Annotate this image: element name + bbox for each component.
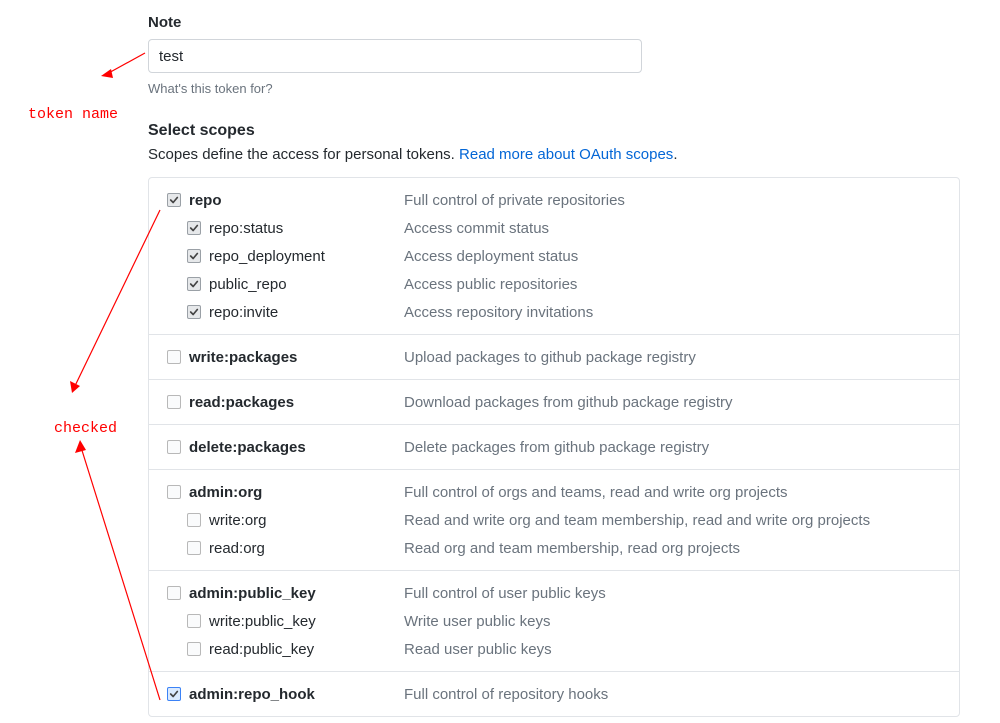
scope-description: Access repository invitations — [404, 304, 593, 321]
annotation-token-name: token name — [28, 106, 118, 123]
scope-name[interactable]: repo:status — [209, 220, 404, 237]
scope-checkbox[interactable] — [187, 305, 201, 319]
scope-checkbox[interactable] — [167, 485, 181, 499]
scope-name[interactable]: repo — [189, 192, 404, 209]
scope-row: read:orgRead org and team membership, re… — [149, 534, 959, 562]
scope-description: Upload packages to github package regist… — [404, 349, 696, 366]
scope-name[interactable]: write:org — [209, 512, 404, 529]
scope-description: Full control of user public keys — [404, 585, 606, 602]
scope-row: admin:public_keyFull control of user pub… — [149, 579, 959, 607]
scope-name[interactable]: read:org — [209, 540, 404, 557]
scope-description: Read and write org and team membership, … — [404, 512, 870, 529]
scope-row: admin:repo_hookFull control of repositor… — [149, 680, 959, 708]
scope-name[interactable]: write:packages — [189, 349, 404, 366]
scope-description: Full control of private repositories — [404, 192, 625, 209]
scope-row: public_repoAccess public repositories — [149, 270, 959, 298]
scope-name[interactable]: admin:repo_hook — [189, 686, 404, 703]
scope-name[interactable]: write:public_key — [209, 613, 404, 630]
scope-name[interactable]: public_repo — [209, 276, 404, 293]
scope-name[interactable]: read:packages — [189, 394, 404, 411]
scopes-desc-text: Scopes define the access for personal to… — [148, 146, 459, 163]
scope-name[interactable]: admin:org — [189, 484, 404, 501]
scope-checkbox[interactable] — [167, 586, 181, 600]
scope-name[interactable]: read:public_key — [209, 641, 404, 658]
note-hint: What's this token for? — [148, 81, 968, 96]
scope-row: write:packagesUpload packages to github … — [149, 343, 959, 371]
scope-checkbox[interactable] — [167, 687, 181, 701]
scope-description: Full control of repository hooks — [404, 686, 608, 703]
scope-checkbox[interactable] — [167, 350, 181, 364]
scope-checkbox[interactable] — [167, 440, 181, 454]
scope-checkbox[interactable] — [167, 193, 181, 207]
oauth-scopes-link[interactable]: Read more about OAuth scopes — [459, 146, 673, 163]
scope-row: repo:statusAccess commit status — [149, 214, 959, 242]
scopes-desc-suffix: . — [673, 146, 677, 163]
scope-row: repoFull control of private repositories — [149, 186, 959, 214]
scope-group: write:packagesUpload packages to github … — [149, 334, 959, 379]
scope-name[interactable]: admin:public_key — [189, 585, 404, 602]
scope-name[interactable]: repo:invite — [209, 304, 404, 321]
scope-row: delete:packagesDelete packages from gith… — [149, 433, 959, 461]
scopes-header: Select scopes — [148, 122, 968, 140]
annotation-checked: checked — [54, 420, 117, 437]
scope-description: Read user public keys — [404, 641, 552, 658]
scope-checkbox[interactable] — [187, 249, 201, 263]
scope-checkbox[interactable] — [187, 513, 201, 527]
scope-name[interactable]: repo_deployment — [209, 248, 404, 265]
scope-group: admin:repo_hookFull control of repositor… — [149, 671, 959, 716]
scope-row: read:packagesDownload packages from gith… — [149, 388, 959, 416]
scope-checkbox[interactable] — [187, 277, 201, 291]
scope-checkbox[interactable] — [167, 395, 181, 409]
scope-description: Access commit status — [404, 220, 549, 237]
scope-description: Read org and team membership, read org p… — [404, 540, 740, 557]
note-input[interactable] — [148, 39, 642, 73]
scope-row: write:public_keyWrite user public keys — [149, 607, 959, 635]
scope-checkbox[interactable] — [187, 541, 201, 555]
scope-checkbox[interactable] — [187, 614, 201, 628]
scope-group: read:packagesDownload packages from gith… — [149, 379, 959, 424]
scope-row: admin:orgFull control of orgs and teams,… — [149, 478, 959, 506]
scope-description: Write user public keys — [404, 613, 550, 630]
scopes-description: Scopes define the access for personal to… — [148, 146, 968, 163]
scope-description: Download packages from github package re… — [404, 394, 733, 411]
scope-row: repo_deploymentAccess deployment status — [149, 242, 959, 270]
scope-group: admin:public_keyFull control of user pub… — [149, 570, 959, 671]
scope-description: Access deployment status — [404, 248, 578, 265]
scope-description: Access public repositories — [404, 276, 577, 293]
scope-checkbox[interactable] — [187, 642, 201, 656]
scope-group: repoFull control of private repositories… — [149, 178, 959, 334]
scope-group: delete:packagesDelete packages from gith… — [149, 424, 959, 469]
scope-checkbox[interactable] — [187, 221, 201, 235]
scope-row: read:public_keyRead user public keys — [149, 635, 959, 663]
scope-row: repo:inviteAccess repository invitations — [149, 298, 959, 326]
scope-row: write:orgRead and write org and team mem… — [149, 506, 959, 534]
scope-description: Delete packages from github package regi… — [404, 439, 709, 456]
scope-group: admin:orgFull control of orgs and teams,… — [149, 469, 959, 570]
scopes-table: repoFull control of private repositories… — [148, 177, 960, 717]
scope-name[interactable]: delete:packages — [189, 439, 404, 456]
note-label: Note — [148, 14, 968, 31]
scope-description: Full control of orgs and teams, read and… — [404, 484, 788, 501]
